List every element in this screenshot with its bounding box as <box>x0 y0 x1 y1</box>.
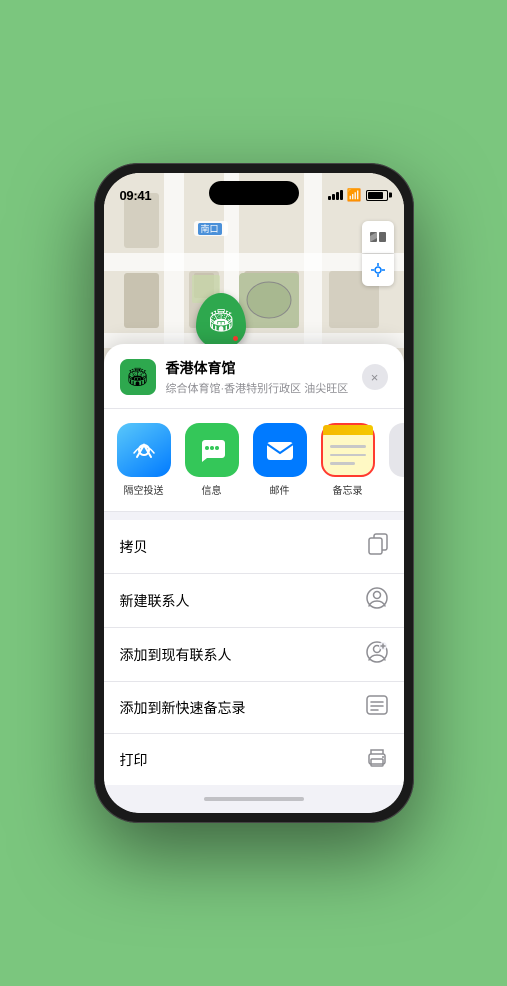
status-time: 09:41 <box>120 188 152 203</box>
notes-icon <box>321 423 375 477</box>
action-add-contact[interactable]: 添加到现有联系人 <box>104 628 404 682</box>
share-airdrop[interactable]: 隔空投送 <box>114 423 174 497</box>
mail-label: 邮件 <box>270 482 290 497</box>
pin-dot <box>233 336 238 341</box>
copy-label: 拷贝 <box>120 537 148 557</box>
phone-frame: 09:41 📶 <box>94 163 414 823</box>
location-info: 香港体育馆 综合体育馆·香港特别行政区 油尖旺区 <box>166 358 352 396</box>
add-contact-label: 添加到现有联系人 <box>120 645 232 665</box>
add-contact-icon <box>366 641 388 668</box>
battery-icon <box>366 190 388 201</box>
share-notes[interactable]: 备忘录 <box>318 423 378 497</box>
print-label: 打印 <box>120 750 148 770</box>
status-icons: 📶 <box>328 188 388 202</box>
action-quick-note[interactable]: 添加到新快速备忘录 <box>104 682 404 734</box>
action-copy[interactable]: 拷贝 <box>104 520 404 574</box>
new-contact-icon <box>366 587 388 614</box>
venue-icon: 🏟 <box>120 359 156 395</box>
action-list: 拷贝 新建联系人 <box>104 520 404 785</box>
location-header: 🏟 香港体育馆 综合体育馆·香港特别行政区 油尖旺区 × <box>104 344 404 409</box>
map-controls <box>362 221 394 286</box>
airdrop-label: 隔空投送 <box>124 482 164 497</box>
signal-icon <box>328 190 343 200</box>
notes-label: 备忘录 <box>333 482 363 497</box>
map-pin: 🏟 <box>196 293 246 349</box>
action-new-contact[interactable]: 新建联系人 <box>104 574 404 628</box>
share-row: 隔空投送 信息 <box>104 409 404 512</box>
map-north-label: 南口 <box>194 221 228 236</box>
share-more[interactable]: 提 <box>386 423 404 497</box>
venue-name: 香港体育馆 <box>166 358 352 378</box>
mail-icon <box>253 423 307 477</box>
close-button[interactable]: × <box>362 364 388 390</box>
print-icon <box>366 747 388 772</box>
action-print[interactable]: 打印 <box>104 734 404 785</box>
messages-label: 信息 <box>202 482 222 497</box>
wifi-icon: 📶 <box>347 188 362 202</box>
location-button[interactable] <box>362 254 394 286</box>
copy-icon <box>368 533 388 560</box>
new-contact-label: 新建联系人 <box>120 591 190 611</box>
quick-note-icon <box>366 695 388 720</box>
more-icon <box>389 423 404 477</box>
quick-note-label: 添加到新快速备忘录 <box>120 698 246 718</box>
bottom-sheet: 🏟 香港体育馆 综合体育馆·香港特别行政区 油尖旺区 × <box>104 344 404 813</box>
venue-address: 综合体育馆·香港特别行政区 油尖旺区 <box>166 380 352 396</box>
dynamic-island <box>209 181 299 205</box>
home-indicator <box>104 785 404 813</box>
phone-screen: 09:41 📶 <box>104 173 404 813</box>
share-messages[interactable]: 信息 <box>182 423 242 497</box>
messages-icon <box>185 423 239 477</box>
map-type-button[interactable] <box>362 221 394 253</box>
share-mail[interactable]: 邮件 <box>250 423 310 497</box>
airdrop-icon <box>117 423 171 477</box>
home-bar <box>204 797 304 801</box>
stadium-icon: 🏟 <box>207 308 235 334</box>
